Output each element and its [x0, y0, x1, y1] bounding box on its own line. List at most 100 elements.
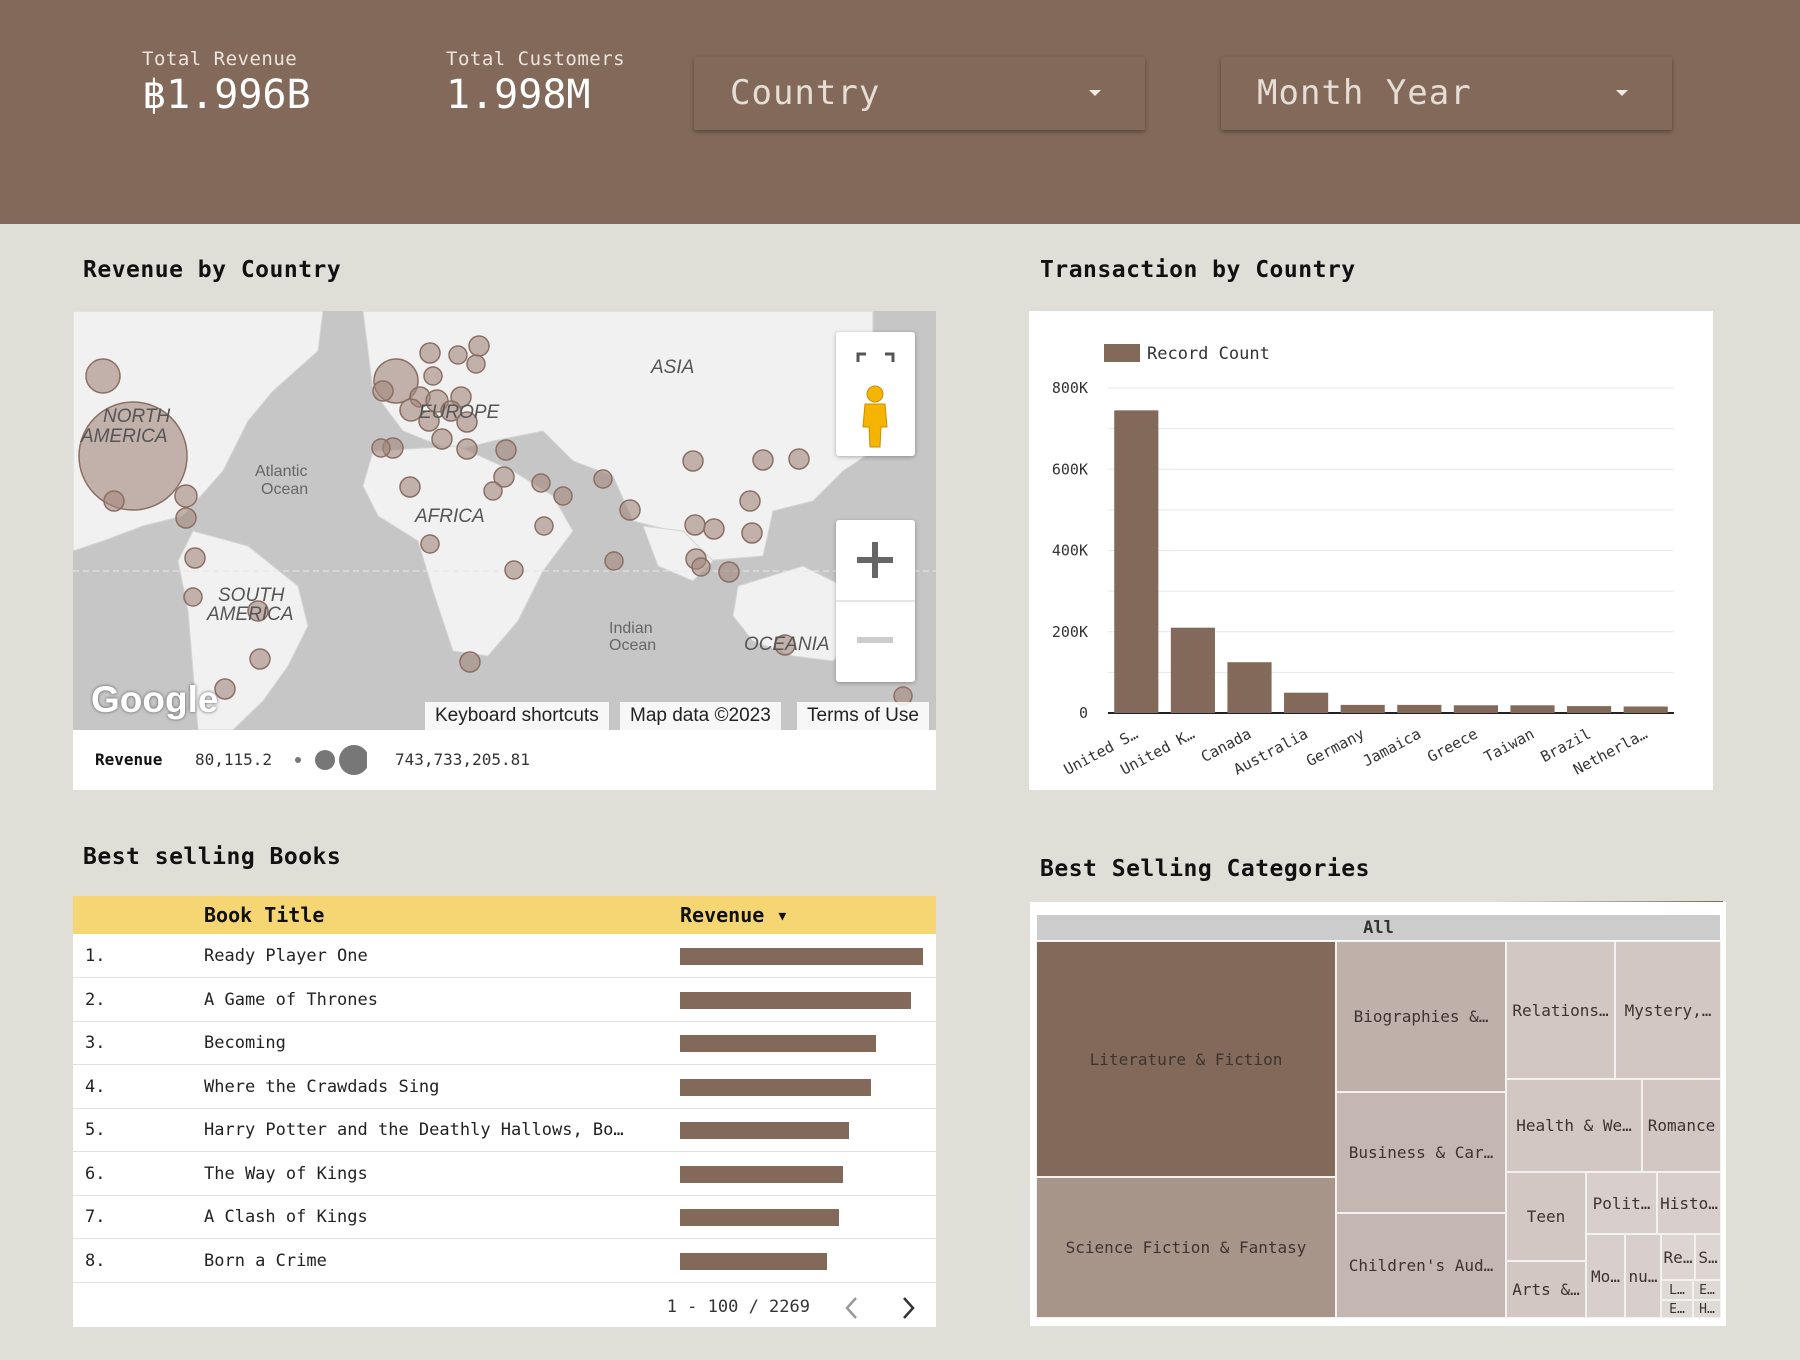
continent-label: ASIA — [650, 357, 694, 378]
kpi-total-customers: Total Customers 1.998M — [446, 48, 625, 118]
treemap-cell[interactable]: Children's Aud… — [1336, 1213, 1506, 1318]
revenue-bar — [680, 948, 923, 965]
dropdown-arrow-icon — [1616, 90, 1628, 96]
treemap-cell[interactable]: H… — [1693, 1300, 1721, 1318]
treemap-cell[interactable]: Teen — [1506, 1172, 1586, 1261]
treemap-cell[interactable]: S… — [1695, 1234, 1721, 1280]
treemap-cell[interactable]: Business & Car… — [1336, 1092, 1506, 1213]
revenue-bubble-map[interactable]: NORTH AMERICA SOUTH AMERICA EUROPE AFRIC… — [73, 311, 936, 730]
book-title: Born a Crime — [204, 1250, 327, 1271]
column-header-book-title[interactable]: Book Title — [204, 903, 324, 927]
treemap-cell[interactable]: Health & We… — [1506, 1079, 1642, 1172]
x-tick-label: Jamaica — [1360, 725, 1424, 771]
book-title: A Clash of Kings — [204, 1207, 368, 1227]
books-table-title: Best selling Books — [83, 844, 342, 870]
table-row[interactable]: 8. Born a Crime — [73, 1239, 936, 1283]
table-row[interactable]: 4. Where the Crawdads Sing — [73, 1065, 936, 1109]
continent-label: EUROPE — [419, 402, 500, 423]
legend-metric: Revenue — [95, 750, 163, 769]
filter-label: Month Year — [1257, 73, 1472, 113]
treemap-cell[interactable]: Science Fiction & Fantasy — [1036, 1177, 1336, 1318]
bar[interactable] — [1284, 692, 1329, 713]
table-row[interactable]: 6. The Way of Kings — [73, 1152, 936, 1196]
legend-size-circles-icon — [295, 745, 367, 775]
revenue-bar — [680, 991, 911, 1009]
bar-chart-svg: Record Count0200K400K600K800KUnited S…Un… — [1052, 344, 1674, 779]
row-number: 8. — [85, 1250, 106, 1271]
bar[interactable] — [1340, 704, 1385, 713]
table-header: Book Title Revenue ▾ — [73, 896, 936, 934]
bar[interactable] — [1567, 706, 1612, 713]
legend-swatch — [1104, 344, 1140, 362]
ocean-label: Ocean — [609, 637, 656, 654]
google-logo: Google — [91, 679, 219, 720]
treemap-cell[interactable]: E… — [1693, 1280, 1721, 1300]
next-page-icon[interactable] — [897, 1294, 919, 1322]
treemap-cell[interactable]: nu… — [1625, 1234, 1661, 1318]
table-row[interactable]: 1. Ready Player One — [73, 934, 936, 978]
month-year-filter-dropdown[interactable]: Month Year — [1221, 57, 1672, 130]
treemap-cell[interactable]: E… — [1661, 1300, 1693, 1318]
treemap-root-all[interactable]: All — [1036, 914, 1721, 941]
previous-page-icon[interactable] — [841, 1294, 863, 1322]
continent-label: NORTH — [103, 406, 170, 427]
treemap-cell[interactable]: Polit… — [1586, 1172, 1657, 1234]
treemap-cell[interactable]: Biographies &… — [1336, 941, 1506, 1092]
treemap-cell[interactable]: Re… — [1661, 1234, 1695, 1280]
map-data-attribution: Map data ©2023 — [620, 702, 781, 730]
y-tick-label: 200K — [1052, 623, 1088, 641]
transaction-bar-chart[interactable]: Record Count 0 200K 400K 600K 800K United S… Un… — [1029, 311, 1713, 790]
legend-label: Record Count — [1147, 344, 1270, 364]
column-header-revenue[interactable]: Revenue ▾ — [680, 903, 788, 927]
pagination-range: 1 - 100 / 2269 — [666, 1297, 810, 1317]
map-top-controls — [836, 332, 915, 456]
transaction-chart-title: Transaction by Country — [1040, 257, 1356, 283]
table-row[interactable]: 2. A Game of Thrones — [73, 978, 936, 1022]
kpi-value: 1.998M — [446, 72, 591, 118]
zoom-out-button[interactable] — [836, 602, 915, 682]
row-number: 3. — [85, 1033, 106, 1053]
world-map-svg: NORTH AMERICA SOUTH AMERICA EUROPE AFRIC… — [73, 311, 936, 730]
treemap-cell[interactable]: Relations… — [1506, 941, 1615, 1079]
y-tick-label: 400K — [1052, 542, 1088, 560]
table-row[interactable]: 7. A Clash of Kings — [73, 1195, 936, 1239]
plus-icon — [857, 542, 893, 578]
legend-max-value: 743,733,205.81 — [395, 750, 530, 769]
table-row[interactable]: 3. Becoming — [73, 1021, 936, 1065]
revenue-map-title: Revenue by Country — [83, 257, 342, 283]
revenue-bar — [680, 1122, 849, 1139]
country-filter-dropdown[interactable]: Country — [694, 57, 1145, 130]
pegman-icon — [862, 385, 888, 448]
keyboard-shortcuts-link[interactable]: Keyboard shortcuts — [425, 702, 609, 730]
treemap-cell[interactable]: Romance — [1642, 1079, 1721, 1172]
bar[interactable] — [1397, 704, 1442, 713]
bar[interactable] — [1114, 410, 1159, 713]
treemap-cell[interactable]: Mystery,… — [1615, 941, 1721, 1079]
bar[interactable] — [1623, 706, 1668, 714]
ocean-label: Indian — [609, 620, 653, 637]
bar[interactable] — [1170, 627, 1215, 713]
treemap-cell[interactable]: Arts &… — [1506, 1261, 1586, 1318]
row-number: 1. — [85, 946, 106, 966]
treemap-cell[interactable]: Mo… — [1586, 1234, 1625, 1318]
y-tick-label: 0 — [1079, 704, 1088, 722]
book-title: Where the Crawdads Sing — [204, 1076, 440, 1097]
fullscreen-button[interactable] — [836, 332, 915, 377]
dashboard-header: Total Revenue ฿1.996B Total Customers 1.… — [0, 0, 1800, 224]
zoom-in-button[interactable] — [836, 520, 915, 602]
kpi-total-revenue: Total Revenue ฿1.996B — [142, 48, 311, 118]
street-view-pegman-button[interactable] — [836, 377, 915, 456]
x-tick-label: Greece — [1424, 725, 1480, 766]
bar[interactable] — [1227, 662, 1272, 713]
category-treemap[interactable]: All Literature & Fiction Science Fiction … — [1030, 902, 1726, 1326]
terms-of-use-link[interactable]: Terms of Use — [797, 702, 929, 730]
bar[interactable] — [1453, 705, 1498, 713]
table-row[interactable]: 5. Harry Potter and the Deathly Hallows, … — [73, 1108, 936, 1152]
treemap-cell[interactable]: Histo… — [1657, 1172, 1721, 1234]
best-selling-books-table: Book Title Revenue ▾ 1. Ready Player One 2… — [73, 896, 936, 1327]
treemap-cell[interactable]: L… — [1661, 1280, 1693, 1300]
treemap-cell[interactable]: Literature & Fiction — [1036, 941, 1336, 1177]
ocean-label: Ocean — [261, 481, 308, 498]
row-number: 5. — [85, 1120, 106, 1140]
bar[interactable] — [1510, 705, 1555, 713]
